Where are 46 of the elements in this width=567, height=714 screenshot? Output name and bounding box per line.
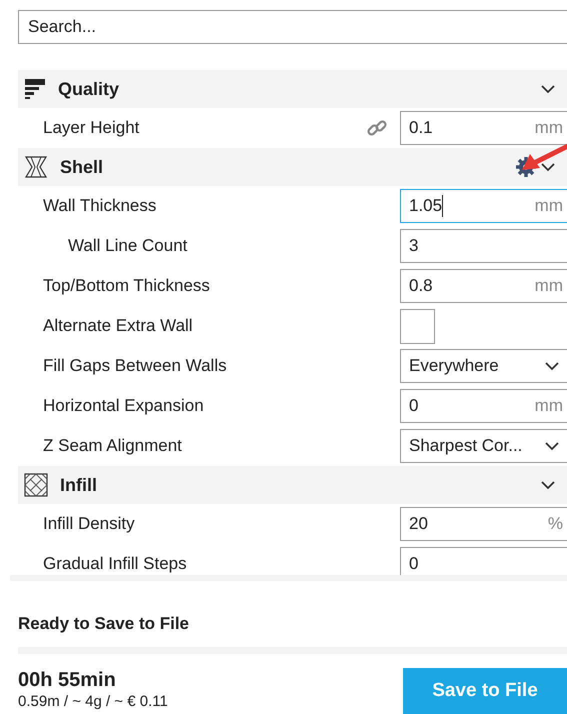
setting-label: Gradual Infill Steps <box>43 553 188 575</box>
number-field[interactable]: 0 mm <box>400 389 567 423</box>
setting-label: Top/Bottom Thickness <box>43 275 211 298</box>
setting-label: Layer Height <box>43 117 140 140</box>
setting-label: Alternate Extra Wall <box>43 315 194 338</box>
field-value: 3 <box>409 235 418 258</box>
setting-label: Infill Density <box>43 513 136 536</box>
status-text: Ready to Save to File <box>18 613 190 635</box>
number-field[interactable]: 3 <box>400 229 567 263</box>
chevron-icon[interactable] <box>541 84 555 94</box>
checkbox[interactable] <box>400 308 435 344</box>
category-header[interactable]: Infill <box>18 466 567 504</box>
field-value: 0.1 <box>409 117 433 140</box>
number-field[interactable]: 20 % <box>400 507 567 541</box>
dropdown[interactable]: Sharpest Cor... <box>400 429 567 463</box>
chevron-icon[interactable] <box>545 362 559 370</box>
category-header[interactable]: Shell <box>18 148 567 186</box>
unit-label: mm <box>534 195 563 218</box>
unit-label: mm <box>534 117 563 140</box>
number-field[interactable]: 0.1 mm <box>400 111 567 145</box>
setting-label: Wall Thickness <box>43 195 158 218</box>
setting-label: Horizontal Expansion <box>43 395 205 418</box>
print-estimate: 0.59m / ~ 4g / ~ € 0.11 <box>18 692 168 712</box>
setting-label: Z Seam Alignment <box>43 435 183 458</box>
field-value: 20 <box>409 513 428 536</box>
quality-icon <box>24 78 46 100</box>
number-field[interactable]: 0.8 mm <box>400 269 567 303</box>
chevron-icon[interactable] <box>545 442 559 450</box>
shell-icon <box>24 155 48 179</box>
field-value: 0.8 <box>409 275 433 298</box>
field-value: 0 <box>409 395 418 418</box>
number-field[interactable]: 1.05 mm <box>400 189 567 223</box>
setting-label: Fill Gaps Between Walls <box>43 355 228 378</box>
unit-label: % <box>548 513 563 536</box>
dropdown[interactable]: Everywhere <box>400 349 567 383</box>
setting-label: Wall Line Count <box>68 235 188 258</box>
print-time: 00h 55min <box>18 668 117 691</box>
chevron-icon[interactable] <box>541 162 555 172</box>
field-value: 0 <box>409 553 418 575</box>
chevron-icon[interactable] <box>541 480 555 490</box>
infill-icon <box>24 473 48 497</box>
unit-label: mm <box>534 395 563 418</box>
category-header[interactable]: Quality <box>18 70 567 108</box>
field-value: 1.05 <box>409 195 442 218</box>
unit-label: mm <box>534 275 563 298</box>
search-field[interactable]: Search... <box>18 10 567 44</box>
